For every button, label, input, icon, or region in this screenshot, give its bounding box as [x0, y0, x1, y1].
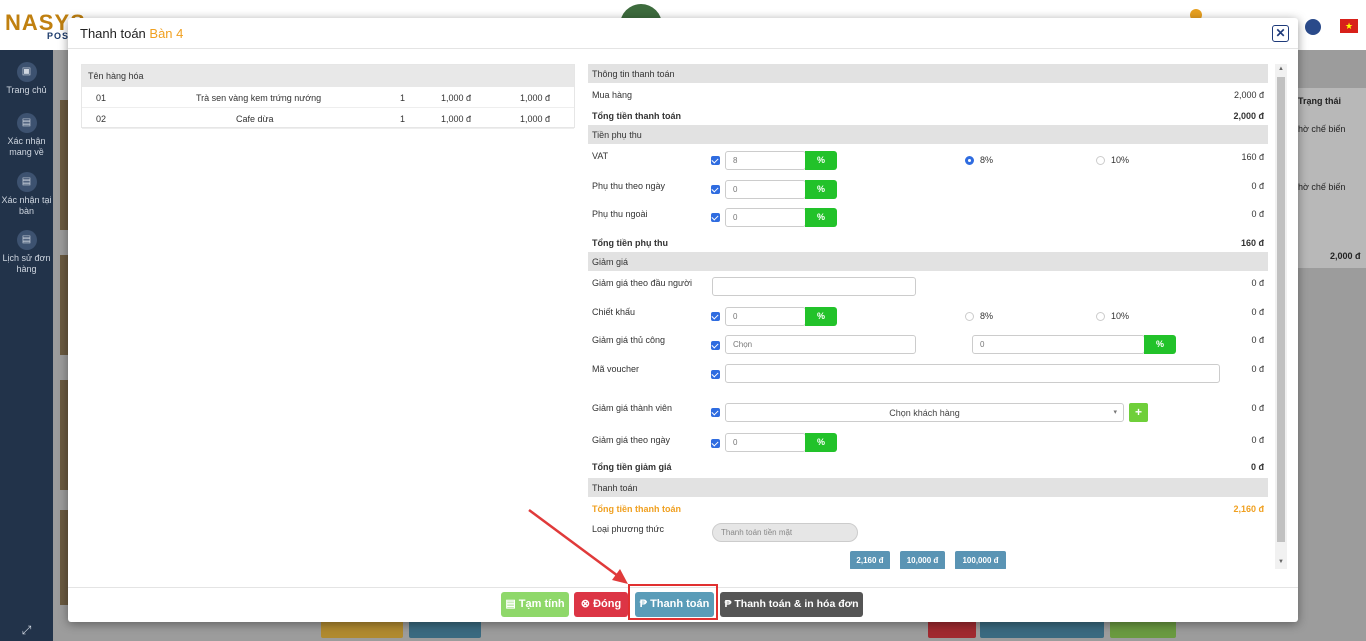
annotation-arrow-icon [528, 508, 628, 584]
